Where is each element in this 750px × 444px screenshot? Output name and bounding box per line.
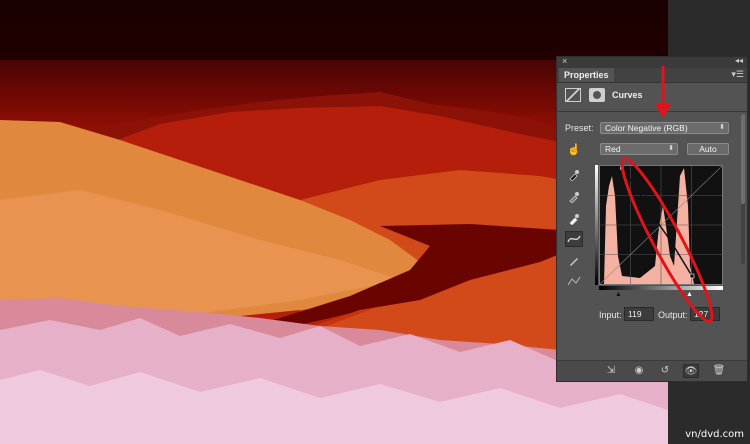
panel-titlebar[interactable]: × ◂◂ — [557, 56, 747, 68]
output-gradient-bar — [595, 165, 598, 285]
channel-dropdown[interactable]: Red ⬍ — [600, 143, 678, 155]
input-label: Input: — [599, 310, 622, 320]
input-gradient-bar — [599, 286, 723, 290]
white-point-eyedropper-icon[interactable] — [565, 211, 583, 227]
black-point-eyedropper-icon[interactable] — [565, 167, 583, 183]
preset-value: Color Negative (RGB) — [605, 123, 688, 133]
view-previous-state-icon[interactable]: ◉ — [631, 364, 647, 378]
visibility-eye-icon[interactable]: 👁 — [683, 364, 699, 378]
histogram-fill — [600, 168, 694, 284]
collapse-icon[interactable]: ◂◂ — [735, 56, 743, 65]
pencil-draw-icon[interactable] — [565, 253, 583, 269]
curves-adjustment-icon[interactable] — [565, 88, 581, 102]
adjustment-title: Curves — [612, 90, 643, 100]
curve-point[interactable] — [619, 166, 625, 171]
preset-label: Preset: — [565, 123, 594, 133]
auto-button[interactable]: Auto — [687, 143, 729, 155]
chevron-updown-icon: ⬍ — [668, 145, 674, 152]
properties-panel[interactable]: × ◂◂ Properties ▾☰ Curves Preset: Color … — [556, 56, 748, 382]
chevron-updown-icon: ⬍ — [719, 124, 725, 131]
white-slider-icon[interactable]: ▲ — [686, 291, 693, 298]
curves-graph[interactable] — [599, 165, 723, 285]
panel-bottom-bar: ⇲ ◉ ↺ 👁 🗑 — [557, 360, 747, 381]
output-label: Output: — [658, 310, 688, 320]
curve-point-tool-icon[interactable] — [565, 231, 583, 247]
divider — [557, 111, 747, 112]
reset-icon[interactable]: ↺ — [657, 364, 673, 378]
curve-point[interactable] — [689, 273, 695, 279]
gray-point-eyedropper-icon[interactable] — [565, 189, 583, 205]
close-icon[interactable]: × — [562, 56, 567, 66]
input-field[interactable]: 119 — [624, 307, 654, 321]
curves-histogram — [600, 166, 722, 284]
output-field[interactable]: 127 — [690, 307, 720, 321]
preset-dropdown[interactable]: Color Negative (RGB) ⬍ — [600, 122, 729, 134]
smooth-curve-icon[interactable] — [565, 273, 583, 289]
targeted-adjustment-hand-icon[interactable]: ☝ — [565, 141, 583, 157]
mask-icon[interactable] — [589, 88, 605, 102]
channel-value: Red — [605, 144, 621, 154]
panel-menu-icon[interactable]: ▾☰ — [731, 69, 744, 80]
scrollbar-thumb[interactable] — [741, 114, 745, 204]
watermark-text: vn/dvd.com — [685, 429, 744, 440]
tab-properties[interactable]: Properties — [559, 68, 614, 82]
adjustment-header: Curves — [557, 84, 747, 110]
clip-to-layer-icon[interactable]: ⇲ — [603, 364, 619, 378]
trash-icon[interactable]: 🗑 — [711, 364, 727, 378]
panel-tabbar: Properties ▾☰ — [557, 68, 747, 83]
black-slider-icon[interactable]: ▲ — [615, 291, 622, 298]
